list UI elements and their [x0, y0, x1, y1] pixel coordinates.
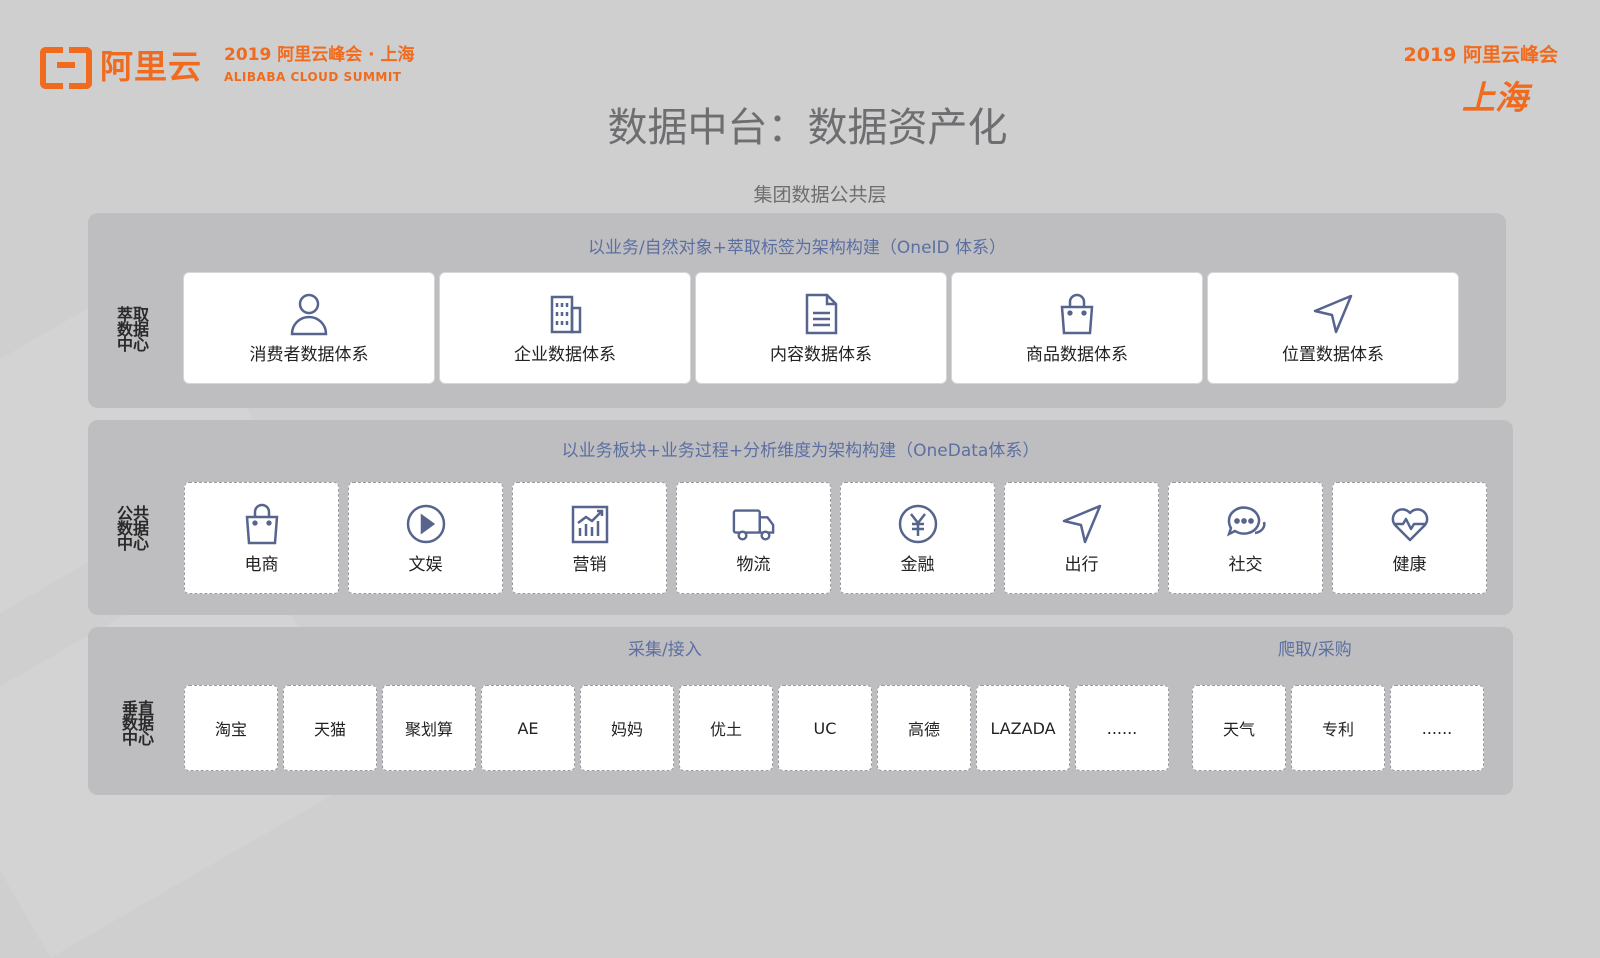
source-tile[interactable]: 淘宝: [184, 685, 278, 771]
card-label: 消费者数据体系: [249, 344, 369, 365]
card-label: 物流: [736, 554, 771, 575]
chart-icon: [568, 502, 612, 546]
summit-badge: 2019 阿里云峰会 · 上海 ALIBABA CLOUD SUMMIT: [224, 40, 415, 84]
card-location[interactable]: 位置数据体系: [1208, 273, 1458, 383]
source-tile[interactable]: 优土: [679, 685, 773, 771]
card-health[interactable]: 健康: [1332, 482, 1487, 594]
card-entertainment[interactable]: 文娱: [348, 482, 503, 594]
source-tile[interactable]: 天猫: [283, 685, 377, 771]
card-content[interactable]: 内容数据体系: [696, 273, 946, 383]
play-icon: [404, 502, 448, 546]
card-label: 电商: [244, 554, 279, 575]
source-tile[interactable]: 高德: [877, 685, 971, 771]
panel-heading-crawl: 爬取/采购: [1278, 640, 1352, 660]
navigation-icon: [1311, 292, 1355, 336]
summit-title: 2019 阿里云峰会 · 上海: [224, 45, 415, 65]
panel-heading: 以业务板块+业务过程+分析维度为架构构建（OneData体系）: [561, 441, 1040, 461]
side-label: 垂直 数据 中心: [121, 699, 154, 748]
card-finance[interactable]: 金融: [840, 482, 995, 594]
panel-heading-collect: 采集/接入: [628, 640, 702, 660]
side-label: 萃取 数据 中心: [116, 305, 149, 354]
purchased-tile[interactable]: 专利: [1291, 685, 1385, 771]
source-tile[interactable]: UC: [778, 685, 872, 771]
source-tile[interactable]: AE: [481, 685, 575, 771]
source-tile[interactable]: 妈妈: [580, 685, 674, 771]
corner-title: 2019 阿里云峰会: [1403, 44, 1559, 66]
page-title: 数据中台：数据资产化: [607, 105, 1008, 151]
card-label: 企业数据体系: [514, 344, 616, 365]
source-tile[interactable]: 聚划算: [382, 685, 476, 771]
card-label: 文娱: [408, 554, 443, 575]
shopping-bag-icon: [1055, 292, 1099, 336]
panel-heading: 以业务/自然对象+萃取标签为架构构建（OneID 体系）: [587, 238, 1007, 258]
yuan-icon: [896, 502, 940, 546]
building-icon: [543, 292, 587, 336]
card-label: 金融: [900, 554, 935, 575]
user-icon: [287, 292, 331, 336]
public-data-center-panel: 以业务板块+业务过程+分析维度为架构构建（OneData体系） 公共 数据 中心 电…: [88, 420, 1513, 615]
card-product[interactable]: 商品数据体系: [952, 273, 1202, 383]
alibaba-cloud-logo: 阿里云: [40, 40, 202, 89]
vertical-data-center-panel: 采集/接入 爬取/采购 垂直 数据 中心 淘宝 天猫 聚划算 AE 妈妈 优土 UC…: [88, 627, 1513, 795]
truck-icon: [732, 502, 776, 546]
alibaba-cloud-logo-icon: [40, 47, 92, 89]
extraction-data-center-panel: 以业务/自然对象+萃取标签为架构构建（OneID 体系） 萃取 数据 中心 消费者数…: [88, 213, 1506, 408]
card-label: 营销: [572, 554, 607, 575]
document-icon: [799, 292, 843, 336]
card-label: 位置数据体系: [1282, 344, 1384, 365]
purchased-tile[interactable]: ......: [1390, 685, 1484, 771]
card-logistics[interactable]: 物流: [676, 482, 831, 594]
source-tile[interactable]: LAZADA: [976, 685, 1070, 771]
card-ecommerce[interactable]: 电商: [184, 482, 339, 594]
card-social[interactable]: 社交: [1168, 482, 1323, 594]
shopping-bag-icon: [240, 502, 284, 546]
card-consumer[interactable]: 消费者数据体系: [184, 273, 434, 383]
card-enterprise[interactable]: 企业数据体系: [440, 273, 690, 383]
chat-icon: [1224, 502, 1268, 546]
card-label: 商品数据体系: [1026, 344, 1128, 365]
card-travel[interactable]: 出行: [1004, 482, 1159, 594]
purchased-tile[interactable]: 天气: [1192, 685, 1286, 771]
card-label: 健康: [1392, 554, 1427, 575]
card-label: 出行: [1064, 554, 1099, 575]
card-marketing[interactable]: 营销: [512, 482, 667, 594]
card-label: 社交: [1228, 554, 1263, 575]
side-label: 公共 数据 中心: [116, 504, 149, 553]
navigation-icon: [1060, 502, 1104, 546]
logo-text: 阿里云: [100, 47, 202, 86]
page-subtitle: 集团数据公共层: [753, 184, 887, 206]
heart-pulse-icon: [1388, 502, 1432, 546]
card-label: 内容数据体系: [770, 344, 872, 365]
summit-subtitle: ALIBABA CLOUD SUMMIT: [224, 70, 402, 84]
source-tile[interactable]: ......: [1075, 685, 1169, 771]
